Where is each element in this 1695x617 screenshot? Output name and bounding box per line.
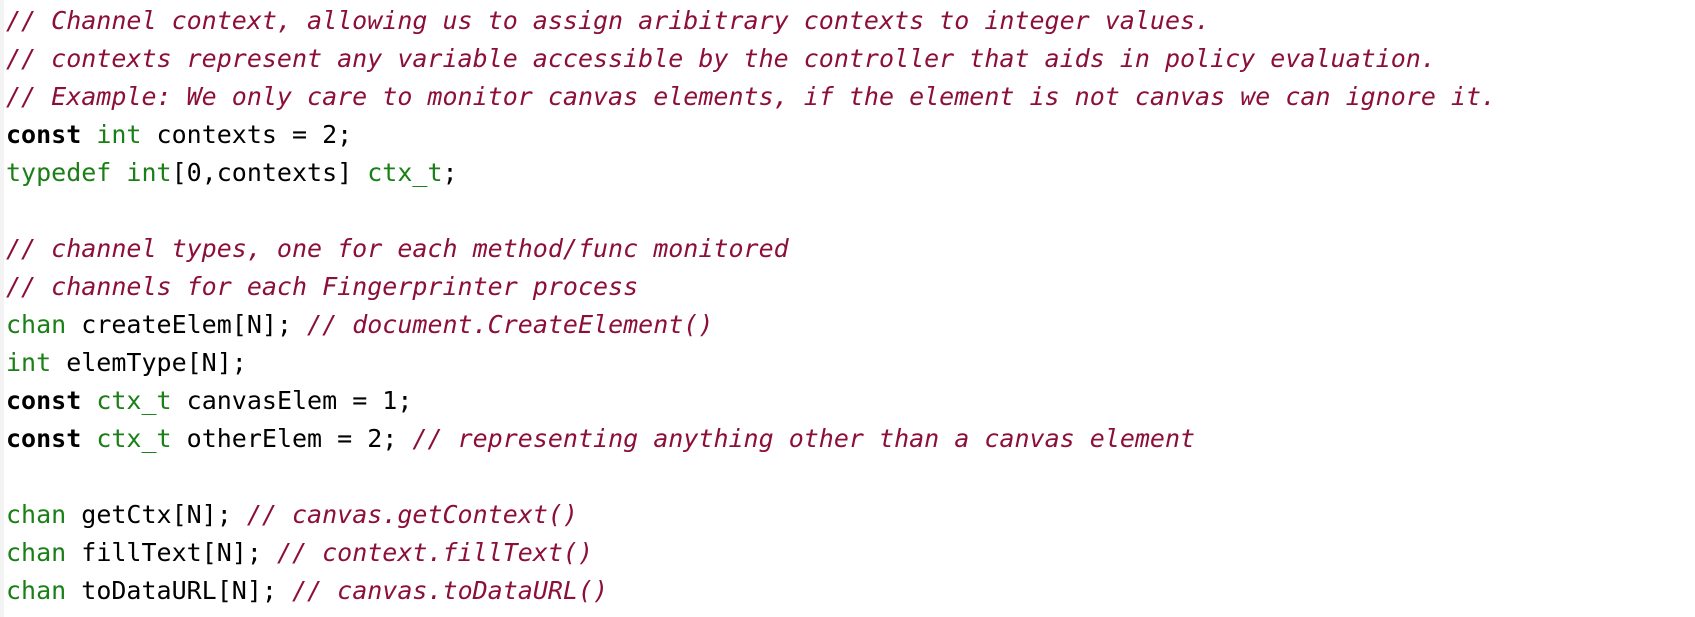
code-line[interactable]: typedef int[0,contexts] ctx_t; bbox=[6, 154, 1496, 192]
code-line[interactable]: chan createElem[N]; // document.CreateEl… bbox=[6, 306, 1496, 344]
code-comment: // canvas.toDataURL() bbox=[292, 576, 609, 605]
code-type: chan bbox=[6, 500, 67, 529]
code-text: elemType[N]; bbox=[51, 348, 247, 377]
code-line[interactable]: const ctx_t otherElem = 2; // representi… bbox=[6, 420, 1496, 458]
code-line[interactable]: chan toDataURL[N]; // canvas.toDataURL() bbox=[6, 572, 1496, 610]
code-type: ctx_t bbox=[96, 386, 172, 415]
code-comment: // document.CreateElement() bbox=[307, 310, 714, 339]
code-keyword: const bbox=[6, 424, 82, 453]
code-line[interactable]: // Channel context, allowing us to assig… bbox=[6, 2, 1496, 40]
editor-gutter bbox=[0, 0, 4, 617]
code-line[interactable]: const int contexts = 2; bbox=[6, 116, 1496, 154]
code-keyword: const bbox=[6, 386, 82, 415]
code-comment: // Channel context, allowing us to assig… bbox=[6, 6, 1211, 35]
code-type: ctx_t bbox=[367, 158, 443, 187]
code-line[interactable]: // channels for each Fingerprinter proce… bbox=[6, 268, 1496, 306]
code-comment: // representing anything other than a ca… bbox=[412, 424, 1196, 453]
code-line[interactable]: int elemType[N]; bbox=[6, 344, 1496, 382]
code-text: contexts = 2; bbox=[141, 120, 353, 149]
code-line[interactable] bbox=[6, 458, 1496, 496]
code-line[interactable]: // Example: We only care to monitor canv… bbox=[6, 78, 1496, 116]
code-comment: // channel types, one for each method/fu… bbox=[6, 234, 789, 263]
code-area[interactable]: // Channel context, allowing us to assig… bbox=[6, 2, 1496, 610]
code-comment: // channels for each Fingerprinter proce… bbox=[6, 272, 639, 301]
code-line[interactable]: chan fillText[N]; // context.fillText() bbox=[6, 534, 1496, 572]
code-type: chan bbox=[6, 310, 67, 339]
code-type: ctx_t bbox=[96, 424, 172, 453]
code-comment: // Example: We only care to monitor canv… bbox=[6, 82, 1497, 111]
code-comment: // contexts represent any variable acces… bbox=[6, 44, 1436, 73]
code-text: createElem[N]; bbox=[66, 310, 308, 339]
code-line[interactable] bbox=[6, 192, 1496, 230]
code-keyword: const bbox=[6, 120, 82, 149]
code-type: chan bbox=[6, 538, 67, 567]
code-line[interactable]: const ctx_t canvasElem = 1; bbox=[6, 382, 1496, 420]
code-text: [0,contexts] bbox=[171, 158, 368, 187]
code-line[interactable]: // channel types, one for each method/fu… bbox=[6, 230, 1496, 268]
code-text: toDataURL[N]; bbox=[66, 576, 292, 605]
code-comment: // canvas.getContext() bbox=[246, 500, 578, 529]
code-text: otherElem = 2; bbox=[171, 424, 413, 453]
code-text: canvasElem = 1; bbox=[171, 386, 413, 415]
code-type: int bbox=[6, 348, 52, 377]
code-text: ; bbox=[442, 158, 458, 187]
code-text: fillText[N]; bbox=[66, 538, 277, 567]
code-type: int bbox=[126, 158, 172, 187]
code-editor[interactable]: // Channel context, allowing us to assig… bbox=[0, 0, 1695, 617]
code-comment: // context.fillText() bbox=[276, 538, 594, 567]
code-line[interactable]: chan getCtx[N]; // canvas.getContext() bbox=[6, 496, 1496, 534]
code-type: chan bbox=[6, 576, 67, 605]
code-line[interactable]: // contexts represent any variable acces… bbox=[6, 40, 1496, 78]
code-type: int bbox=[96, 120, 142, 149]
code-text: getCtx[N]; bbox=[66, 500, 247, 529]
code-type: typedef bbox=[6, 158, 112, 187]
